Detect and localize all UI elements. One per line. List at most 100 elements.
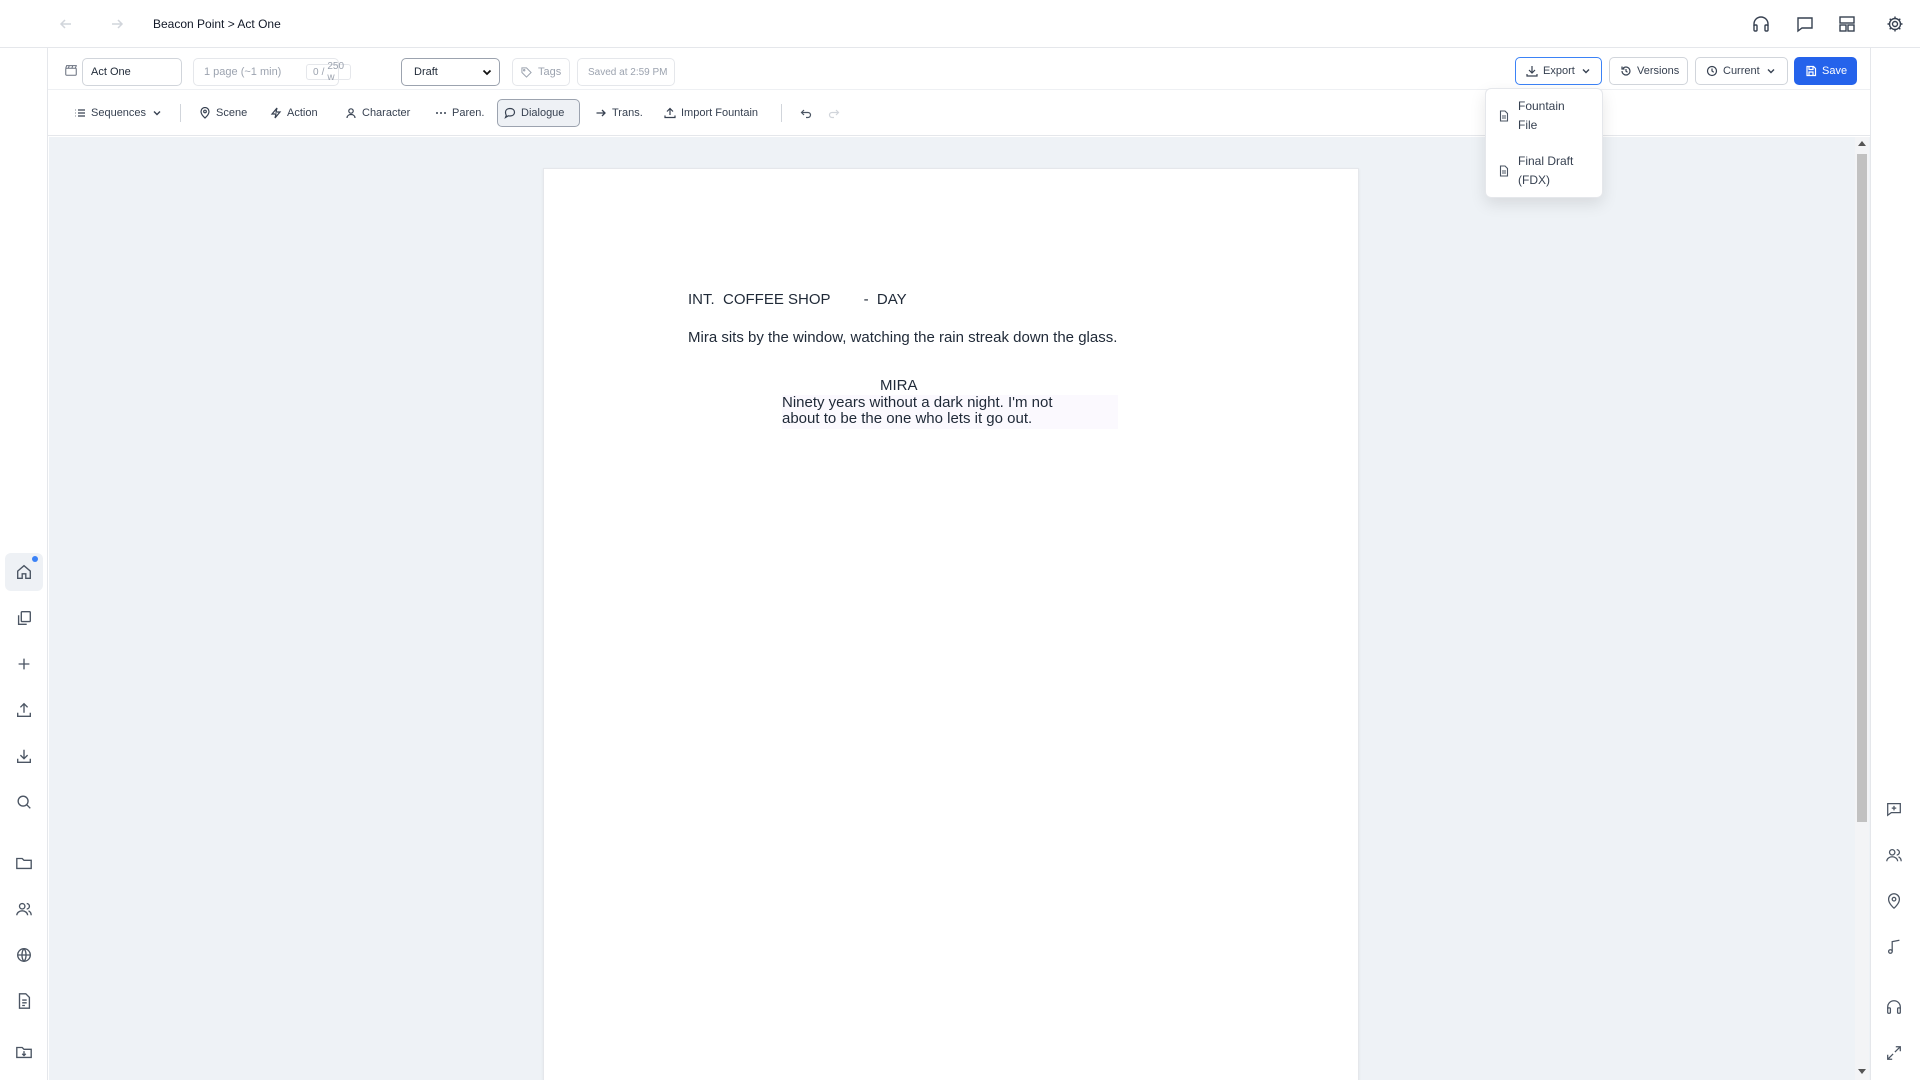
undo-icon [800,107,812,119]
user-icon [345,107,357,119]
status-value: Draft [414,66,438,78]
tags-placeholder: Tags [538,66,562,78]
back-arrow-icon[interactable] [56,14,76,34]
tags-input[interactable]: Tags [512,58,570,86]
breadcrumb-current: Act One [237,17,281,31]
comment-icon[interactable] [1795,14,1815,34]
redo-button[interactable] [822,99,846,127]
page-goal-field[interactable]: 1 page (~1 min) 0 / 250 w [193,58,352,86]
dialogue-element-button[interactable]: Dialogue [497,99,580,127]
scroll-up-arrow[interactable] [1858,141,1866,146]
world-button[interactable] [5,936,43,974]
import-fountain-button[interactable]: Import Fountain [658,99,764,127]
export-menu: Fountain File Final Draft (FDX) [1485,88,1603,198]
forward-arrow-icon[interactable] [107,14,127,34]
dialogue-line-1: Ninety years without a dark night. I'm n… [782,394,1053,411]
scene-element-button[interactable]: Scene [193,99,253,127]
duplicate-button[interactable] [5,599,43,637]
expand-icon[interactable] [1885,1044,1907,1066]
upload-button[interactable] [5,691,43,729]
search-icon [15,793,33,811]
save-icon [1805,65,1817,77]
chevron-down-icon [1580,65,1592,77]
headphones-icon[interactable] [1751,14,1771,34]
scene-name-value: Act One [91,66,131,78]
settings-gear-icon[interactable] [1885,14,1905,34]
clock-icon [1706,65,1718,77]
export-fdx-line2: (FDX) [1518,173,1550,187]
people-button[interactable] [5,890,43,928]
scene-name-input[interactable]: Act One [82,58,182,86]
character-name[interactable]: MIRA [880,377,918,394]
location-pin-icon[interactable] [1885,892,1907,914]
list-icon [74,107,86,119]
paren-label: Paren. [452,107,485,119]
undo-button[interactable] [794,99,818,127]
users-icon [15,900,33,918]
scrollbar-thumb[interactable] [1857,154,1867,822]
folder-import-button[interactable] [5,1033,43,1071]
action-line[interactable]: Mira sits by the window, watching the ra… [688,329,1117,346]
home-icon [15,563,33,581]
vertical-scrollbar[interactable] [1855,137,1869,1080]
scroll-down-arrow[interactable] [1858,1069,1866,1074]
transition-element-button[interactable]: Trans. [589,99,649,127]
history-icon [1620,65,1632,77]
save-label: Save [1822,65,1848,77]
save-button[interactable]: Save [1794,57,1857,85]
download-icon [15,747,33,765]
download-button[interactable] [5,737,43,775]
export-label: Export [1543,65,1575,77]
layout-icon[interactable] [1837,14,1857,34]
map-pin-icon [199,107,211,119]
word-count-box[interactable]: 0 / 250 w [306,61,352,83]
folder-icon [15,854,33,872]
search-button[interactable] [5,783,43,821]
breadcrumb: Beacon Point > Act One [153,17,281,31]
ellipsis-icon [435,107,447,119]
export-fountain-line1: Fountain [1518,99,1565,113]
clapperboard-icon [64,63,78,77]
right-rail [1870,48,1920,1080]
word-count-slash: / [321,66,325,78]
music-note-icon[interactable] [1885,938,1907,960]
redo-icon [828,107,840,119]
scene-toolbar: Act One 1 page (~1 min) 0 / 250 w Draft … [48,48,1870,90]
upload-icon [15,701,33,719]
add-comment-icon[interactable] [1885,800,1907,822]
dialogue-block[interactable]: Ninety years without a dark night. I'm n… [782,395,1118,429]
status-select[interactable]: Draft [401,58,500,86]
export-fountain-item[interactable]: Fountain File [1486,97,1604,135]
sequences-label: Sequences [91,107,147,119]
current-label: Current [1723,65,1760,77]
toolbar-divider [781,104,782,122]
globe-icon [15,946,33,964]
add-button[interactable] [5,645,43,683]
document-button[interactable] [5,982,43,1020]
page-estimate: 1 page (~1 min) [204,66,282,78]
home-button[interactable] [5,553,43,591]
sequences-dropdown[interactable]: Sequences [68,99,169,127]
breadcrumb-project[interactable]: Beacon Point [153,17,224,31]
chevron-down-icon [481,66,493,78]
characters-icon[interactable] [1885,846,1907,868]
breadcrumb-separator: > [227,17,235,31]
scene-heading[interactable]: INT. COFFEE SHOP - DAY [688,291,907,308]
parenthetical-element-button[interactable]: Paren. [429,99,490,127]
export-button[interactable]: Export [1515,57,1602,85]
script-page[interactable]: INT. COFFEE SHOP - DAY Mira sits by the … [543,168,1359,1080]
top-bar: Beacon Point > Act One [0,0,1920,48]
scene-label: Scene [216,107,248,119]
export-fdx-item[interactable]: Final Draft (FDX) [1486,152,1604,190]
character-element-button[interactable]: Character [339,99,416,127]
action-element-button[interactable]: Action [264,99,324,127]
word-goal: 250 w [327,61,345,83]
folder-button[interactable] [5,844,43,882]
current-version-dropdown[interactable]: Current [1695,57,1788,85]
export-fdx-line1: Final Draft [1518,154,1574,168]
export-fountain-line2: File [1518,118,1538,132]
chevron-down-icon [151,107,163,119]
headphones-icon[interactable] [1885,998,1907,1020]
versions-button[interactable]: Versions [1609,57,1688,85]
dialogue-line-2: about to be the one who lets it go out. [782,410,1033,427]
